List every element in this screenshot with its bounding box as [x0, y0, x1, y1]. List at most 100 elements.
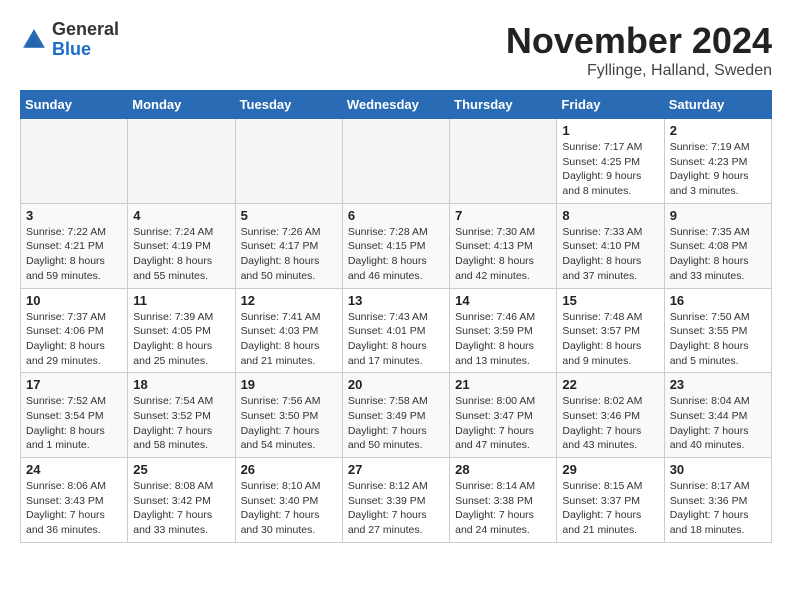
day-number: 30 [670, 462, 766, 477]
calendar-day-cell: 22 Sunrise: 8:02 AM Sunset: 3:46 PM Dayli… [557, 373, 664, 458]
day-number: 14 [455, 293, 551, 308]
calendar-day-header: Wednesday [342, 91, 449, 119]
day-number: 24 [26, 462, 122, 477]
calendar-day-cell [342, 119, 449, 204]
calendar-week-row: 10 Sunrise: 7:37 AM Sunset: 4:06 PM Dayli… [21, 288, 772, 373]
calendar-day-cell: 2Sunrise: 7:19 AM Sunset: 4:23 PM Daylig… [664, 119, 771, 204]
day-info: Sunrise: 7:58 AM Sunset: 3:49 PM Dayligh… [348, 394, 444, 453]
month-title: November 2024 [506, 20, 772, 62]
calendar-day-cell: 25Sunrise: 8:08 AM Sunset: 3:42 PM Dayli… [128, 458, 235, 543]
calendar-day-cell: 6Sunrise: 7:28 AM Sunset: 4:15 PM Daylig… [342, 203, 449, 288]
calendar-day-cell: 26 Sunrise: 8:10 AM Sunset: 3:40 PM Dayli… [235, 458, 342, 543]
calendar-day-header: Tuesday [235, 91, 342, 119]
calendar-week-row: 3Sunrise: 7:22 AM Sunset: 4:21 PM Daylig… [21, 203, 772, 288]
calendar-day-header: Thursday [450, 91, 557, 119]
calendar-day-header: Saturday [664, 91, 771, 119]
calendar-day-cell: 4Sunrise: 7:24 AM Sunset: 4:19 PM Daylig… [128, 203, 235, 288]
calendar-day-cell [450, 119, 557, 204]
page-header: General Blue November 2024 Fyllinge, Hal… [20, 20, 772, 80]
day-info: Sunrise: 7:22 AM Sunset: 4:21 PM Dayligh… [26, 225, 122, 284]
day-info: Sunrise: 7:30 AM Sunset: 4:13 PM Dayligh… [455, 225, 551, 284]
calendar-day-cell: 19 Sunrise: 7:56 AM Sunset: 3:50 PM Dayli… [235, 373, 342, 458]
day-number: 25 [133, 462, 229, 477]
day-number: 19 [241, 377, 337, 392]
calendar-day-cell: 14Sunrise: 7:46 AM Sunset: 3:59 PM Dayli… [450, 288, 557, 373]
day-info: Sunrise: 7:37 AM Sunset: 4:06 PM Dayligh… [26, 310, 122, 369]
day-info: Sunrise: 7:54 AM Sunset: 3:52 PM Dayligh… [133, 394, 229, 453]
day-number: 9 [670, 208, 766, 223]
calendar-day-cell: 1 Sunrise: 7:17 AM Sunset: 4:25 PM Daylig… [557, 119, 664, 204]
day-number: 7 [455, 208, 551, 223]
calendar-header-row: SundayMondayTuesdayWednesdayThursdayFrid… [21, 91, 772, 119]
logo-text: General Blue [52, 20, 119, 60]
calendar-day-cell: 24Sunrise: 8:06 AM Sunset: 3:43 PM Dayli… [21, 458, 128, 543]
calendar-day-header: Monday [128, 91, 235, 119]
logo: General Blue [20, 20, 119, 60]
day-number: 26 [241, 462, 337, 477]
day-number: 6 [348, 208, 444, 223]
day-info: Sunrise: 8:15 AM Sunset: 3:37 PM Dayligh… [562, 479, 658, 538]
day-info: Sunrise: 8:04 AM Sunset: 3:44 PM Dayligh… [670, 394, 766, 453]
day-number: 15 [562, 293, 658, 308]
calendar-day-cell: 29 Sunrise: 8:15 AM Sunset: 3:37 PM Dayli… [557, 458, 664, 543]
calendar-day-cell: 16Sunrise: 7:50 AM Sunset: 3:55 PM Dayli… [664, 288, 771, 373]
day-number: 21 [455, 377, 551, 392]
calendar-day-cell: 18 Sunrise: 7:54 AM Sunset: 3:52 PM Dayli… [128, 373, 235, 458]
calendar-day-cell [21, 119, 128, 204]
day-number: 13 [348, 293, 444, 308]
day-number: 8 [562, 208, 658, 223]
day-number: 1 [562, 123, 658, 138]
day-info: Sunrise: 7:52 AM Sunset: 3:54 PM Dayligh… [26, 394, 122, 453]
day-info: Sunrise: 8:12 AM Sunset: 3:39 PM Dayligh… [348, 479, 444, 538]
calendar-day-header: Sunday [21, 91, 128, 119]
day-info: Sunrise: 7:56 AM Sunset: 3:50 PM Dayligh… [241, 394, 337, 453]
calendar-day-cell: 20 Sunrise: 7:58 AM Sunset: 3:49 PM Dayli… [342, 373, 449, 458]
day-number: 17 [26, 377, 122, 392]
day-info: Sunrise: 7:24 AM Sunset: 4:19 PM Dayligh… [133, 225, 229, 284]
day-info: Sunrise: 7:48 AM Sunset: 3:57 PM Dayligh… [562, 310, 658, 369]
calendar-day-cell [235, 119, 342, 204]
calendar-day-cell: 30 Sunrise: 8:17 AM Sunset: 3:36 PM Dayli… [664, 458, 771, 543]
day-info: Sunrise: 8:10 AM Sunset: 3:40 PM Dayligh… [241, 479, 337, 538]
calendar-day-cell: 15 Sunrise: 7:48 AM Sunset: 3:57 PM Dayli… [557, 288, 664, 373]
logo-blue: Blue [52, 39, 91, 59]
calendar-day-cell: 23 Sunrise: 8:04 AM Sunset: 3:44 PM Dayli… [664, 373, 771, 458]
day-number: 18 [133, 377, 229, 392]
day-info: Sunrise: 7:39 AM Sunset: 4:05 PM Dayligh… [133, 310, 229, 369]
day-info: Sunrise: 7:43 AM Sunset: 4:01 PM Dayligh… [348, 310, 444, 369]
day-info: Sunrise: 7:41 AM Sunset: 4:03 PM Dayligh… [241, 310, 337, 369]
calendar-day-cell: 7 Sunrise: 7:30 AM Sunset: 4:13 PM Daylig… [450, 203, 557, 288]
day-number: 20 [348, 377, 444, 392]
day-number: 22 [562, 377, 658, 392]
logo-general: General [52, 19, 119, 39]
calendar-day-cell: 21Sunrise: 8:00 AM Sunset: 3:47 PM Dayli… [450, 373, 557, 458]
day-number: 23 [670, 377, 766, 392]
calendar-day-cell: 10 Sunrise: 7:37 AM Sunset: 4:06 PM Dayli… [21, 288, 128, 373]
location-title: Fyllinge, Halland, Sweden [506, 62, 772, 80]
day-info: Sunrise: 7:19 AM Sunset: 4:23 PM Dayligh… [670, 140, 766, 199]
calendar-day-cell: 27 Sunrise: 8:12 AM Sunset: 3:39 PM Dayli… [342, 458, 449, 543]
day-number: 10 [26, 293, 122, 308]
calendar-day-cell: 13 Sunrise: 7:43 AM Sunset: 4:01 PM Dayli… [342, 288, 449, 373]
day-info: Sunrise: 7:35 AM Sunset: 4:08 PM Dayligh… [670, 225, 766, 284]
day-info: Sunrise: 7:17 AM Sunset: 4:25 PM Dayligh… [562, 140, 658, 199]
calendar-day-cell: 11 Sunrise: 7:39 AM Sunset: 4:05 PM Dayli… [128, 288, 235, 373]
calendar-day-cell: 8Sunrise: 7:33 AM Sunset: 4:10 PM Daylig… [557, 203, 664, 288]
general-blue-logo-icon [20, 26, 48, 54]
calendar-day-cell: 3Sunrise: 7:22 AM Sunset: 4:21 PM Daylig… [21, 203, 128, 288]
calendar-week-row: 24Sunrise: 8:06 AM Sunset: 3:43 PM Dayli… [21, 458, 772, 543]
calendar-table: SundayMondayTuesdayWednesdayThursdayFrid… [20, 90, 772, 543]
calendar-day-cell [128, 119, 235, 204]
day-number: 27 [348, 462, 444, 477]
day-info: Sunrise: 7:50 AM Sunset: 3:55 PM Dayligh… [670, 310, 766, 369]
calendar-day-header: Friday [557, 91, 664, 119]
day-info: Sunrise: 8:14 AM Sunset: 3:38 PM Dayligh… [455, 479, 551, 538]
calendar-day-cell: 17 Sunrise: 7:52 AM Sunset: 3:54 PM Dayli… [21, 373, 128, 458]
day-number: 11 [133, 293, 229, 308]
calendar-week-row: 17 Sunrise: 7:52 AM Sunset: 3:54 PM Dayli… [21, 373, 772, 458]
title-section: November 2024 Fyllinge, Halland, Sweden [506, 20, 772, 80]
day-number: 29 [562, 462, 658, 477]
day-info: Sunrise: 8:02 AM Sunset: 3:46 PM Dayligh… [562, 394, 658, 453]
day-info: Sunrise: 7:26 AM Sunset: 4:17 PM Dayligh… [241, 225, 337, 284]
day-info: Sunrise: 8:17 AM Sunset: 3:36 PM Dayligh… [670, 479, 766, 538]
